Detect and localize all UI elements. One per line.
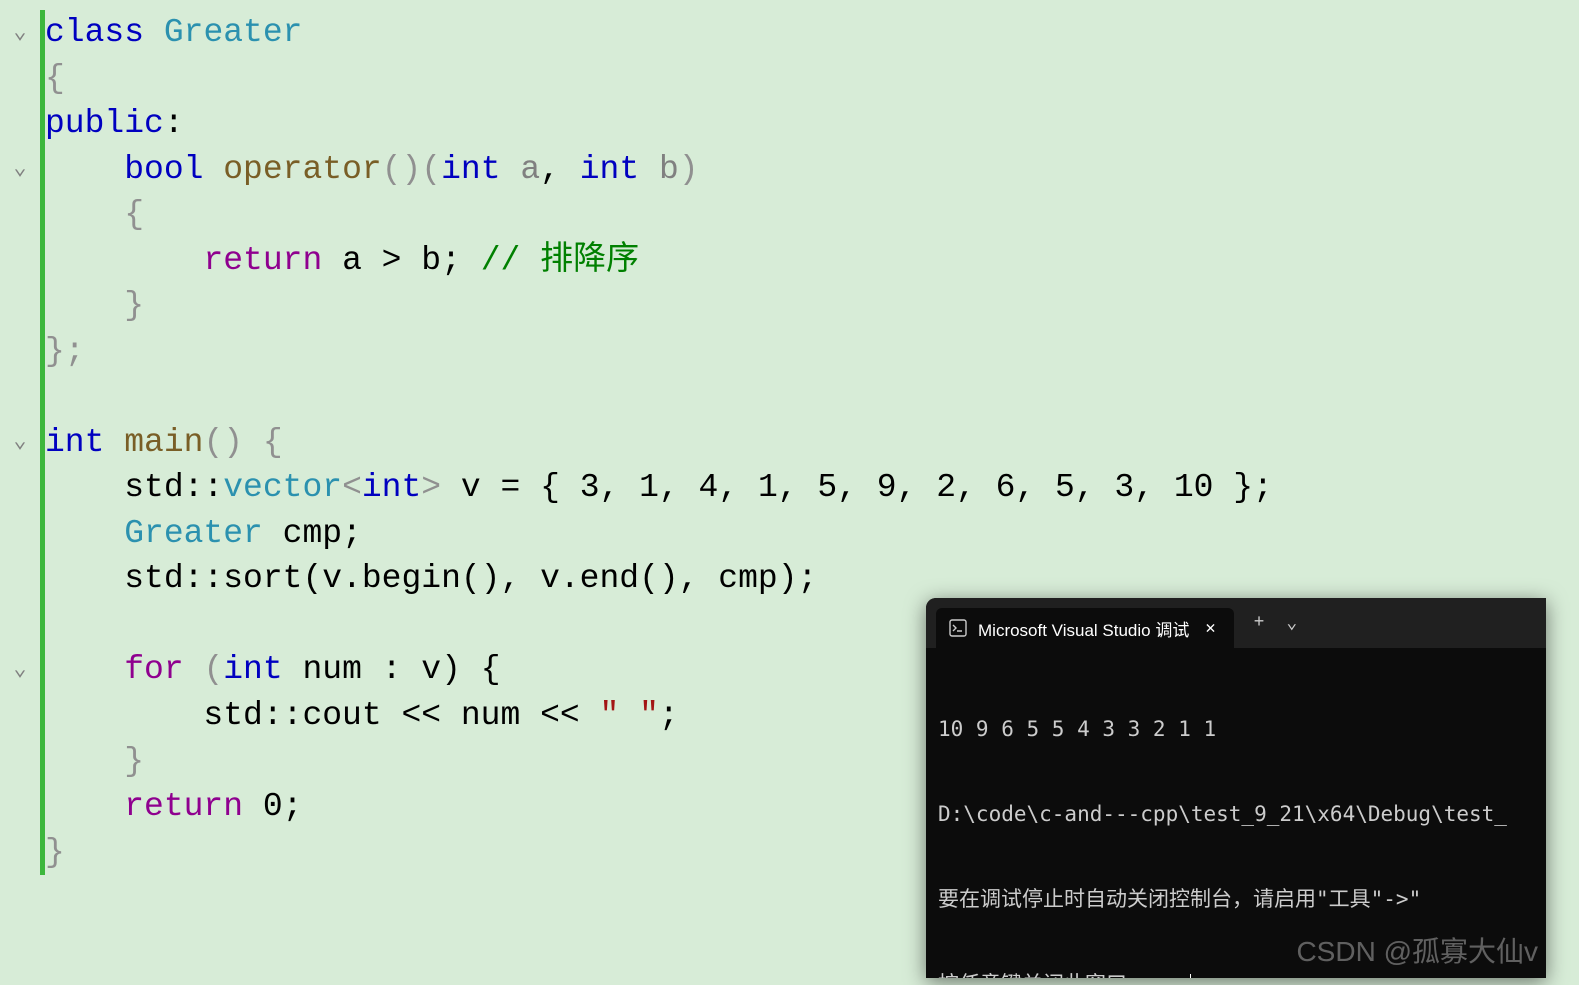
code-line [40,374,65,420]
output-line: 按任意键关闭此窗口. . . [938,970,1534,978]
code-line: std::sort(v.begin(), v.end(), cmp); [40,556,817,602]
fold-chevron-icon[interactable]: ⌄ [13,18,26,48]
code-line: return 0; [40,784,302,830]
code-line: public: [40,101,184,147]
code-line: } [40,739,144,785]
code-line: } [40,283,144,329]
code-line: std::vector<int> v = { 3, 1, 4, 1, 5, 9,… [40,465,1273,511]
tab-dropdown-button[interactable]: ⌄ [1276,606,1307,640]
console-titlebar[interactable]: Microsoft Visual Studio 调试 ✕ + ⌄ [926,598,1546,648]
code-line: { [40,192,144,238]
output-line: D:\code\c-and---cpp\test_9_21\x64\Debug\… [938,800,1534,828]
cursor-icon [1190,974,1191,978]
output-line: 要在调试停止时自动关闭控制台，请启用"工具"->" [938,885,1534,913]
code-line: bool operator()(int a, int b) [40,147,699,193]
code-line: class Greater [40,10,302,56]
code-line [40,602,65,648]
watermark-text: CSDN @孤寡大仙v [1296,930,1538,970]
fold-chevron-icon[interactable]: ⌄ [13,655,26,685]
code-line: { [40,56,65,102]
console-tab[interactable]: Microsoft Visual Studio 调试 ✕ [936,608,1234,648]
fold-chevron-icon[interactable]: ⌄ [13,154,26,184]
close-tab-button[interactable]: ✕ [1199,616,1221,641]
code-line: } [40,830,65,876]
code-line: for (int num : v) { [40,647,501,693]
debug-console-window[interactable]: Microsoft Visual Studio 调试 ✕ + ⌄ 10 9 6 … [926,598,1546,978]
code-line: int main() { [40,420,283,466]
console-tab-title: Microsoft Visual Studio 调试 [978,616,1189,641]
code-line: }; [40,329,85,375]
code-line: return a > b; // 排降序 [40,238,639,284]
new-tab-button[interactable]: + [1244,607,1275,639]
console-icon [948,618,968,638]
terminal-output[interactable]: 10 9 6 5 5 4 3 3 2 1 1 D:\code\c-and---c… [926,648,1546,978]
output-line: 10 9 6 5 5 4 3 3 2 1 1 [938,715,1534,743]
code-line: Greater cmp; [40,511,362,557]
code-line: std::cout << num << " "; [40,693,679,739]
fold-chevron-icon[interactable]: ⌄ [13,427,26,457]
